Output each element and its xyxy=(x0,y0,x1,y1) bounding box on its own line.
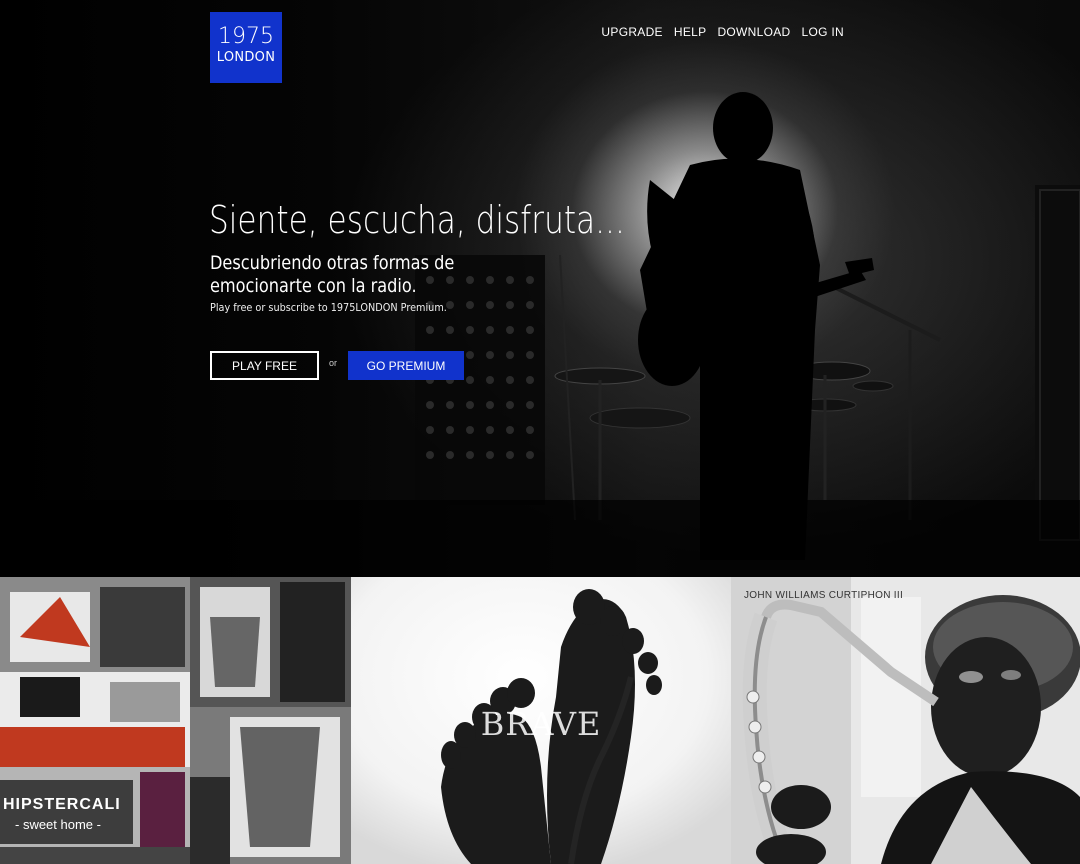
saxophonist-image xyxy=(731,577,1080,864)
brand-logo-city: LONDON xyxy=(216,50,276,65)
featured-tiles: HIPSTERCALI - sweet home - BRAVE JOHN WI… xyxy=(0,577,1080,864)
nav-download-link[interactable]: DOWNLOAD xyxy=(717,24,790,40)
hero-section: 1975 LONDON UPGRADE HELP DOWNLOAD LOG IN… xyxy=(0,0,1080,577)
brave-title: BRAVE xyxy=(480,705,602,743)
tile-brave[interactable]: BRAVE xyxy=(351,577,731,864)
nav-help-link[interactable]: HELP xyxy=(674,24,707,40)
top-nav: UPGRADE HELP DOWNLOAD LOG IN xyxy=(601,24,844,40)
go-premium-button[interactable]: GO PREMIUM xyxy=(348,351,464,380)
nav-upgrade-link[interactable]: UPGRADE xyxy=(601,24,662,40)
john-williams-title: JOHN WILLIAMS CURTIPHON III xyxy=(744,590,904,601)
hero-tagline: Play free or subscribe to 1975LONDON Pre… xyxy=(210,301,447,314)
hero-concert-image xyxy=(0,92,1080,577)
hero-headline: Siente, escucha, disfruta... xyxy=(209,198,625,242)
hero-subhead: Descubriendo otras formas de emocionarte… xyxy=(210,252,455,297)
play-free-button[interactable]: PLAY FREE xyxy=(210,351,319,380)
tile-hipstercali[interactable]: HIPSTERCALI - sweet home - xyxy=(0,577,351,864)
or-separator: or xyxy=(329,358,338,368)
brand-logo-year: 1975 xyxy=(218,24,274,49)
hipstercali-subtitle: - sweet home - xyxy=(15,817,101,832)
tile-john-williams[interactable]: JOHN WILLIAMS CURTIPHON III xyxy=(731,577,1080,864)
nav-login-link[interactable]: LOG IN xyxy=(802,24,844,40)
hipstercali-title: HIPSTERCALI xyxy=(3,796,121,813)
brand-logo[interactable]: 1975 LONDON xyxy=(210,12,282,83)
